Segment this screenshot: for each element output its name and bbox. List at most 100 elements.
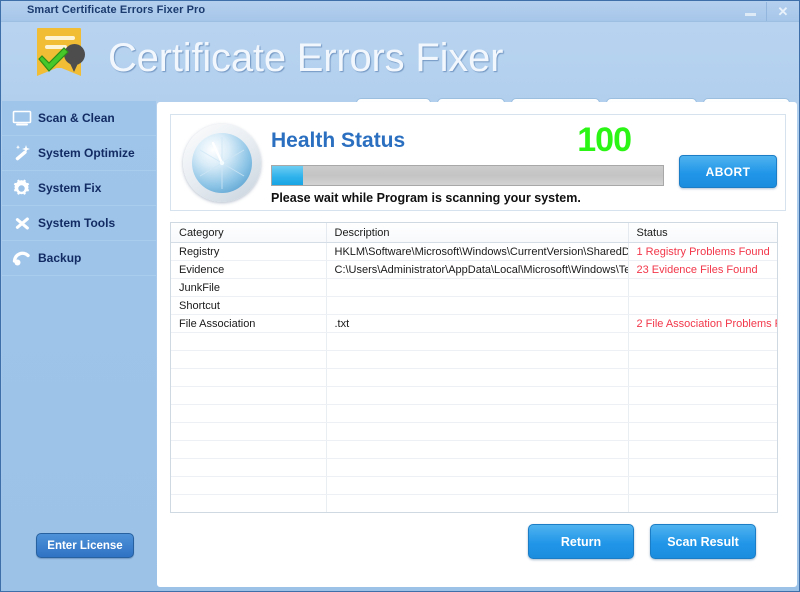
table-row[interactable]: Registry HKLM\Software\Microsoft\Windows\…: [171, 242, 777, 261]
column-header-status[interactable]: Status: [628, 223, 777, 243]
health-status-panel: Health Status 100 Please wait while Prog…: [170, 114, 786, 211]
speed-gauge-icon: [183, 124, 261, 202]
cell-category: Shortcut: [171, 296, 327, 315]
cell-description: [326, 278, 629, 297]
table-row-empty[interactable]: [171, 422, 777, 441]
cell-empty: [171, 422, 327, 441]
cell-empty: [326, 458, 629, 477]
scan-results-body: Registry HKLM\Software\Microsoft\Windows\…: [171, 242, 777, 514]
cell-status: [628, 278, 777, 297]
enter-license-button[interactable]: Enter License: [36, 533, 134, 558]
table-row-empty[interactable]: [171, 404, 777, 423]
scan-result-button[interactable]: Scan Result: [650, 524, 756, 559]
cell-empty: [326, 440, 629, 459]
cell-empty: [628, 332, 777, 351]
sidebar-label-scan-clean: Scan & Clean: [38, 111, 115, 125]
sidebar-item-system-tools[interactable]: System Tools: [2, 206, 156, 241]
column-header-description[interactable]: Description: [326, 223, 629, 243]
cell-description: [326, 296, 629, 315]
cell-empty: [171, 494, 327, 512]
scan-results-table-wrapper[interactable]: Category Description Status Registry HKLM…: [170, 222, 778, 513]
footer-buttons: Return Scan Result: [528, 524, 756, 559]
page-title: Certificate Errors Fixer: [108, 36, 504, 80]
cell-empty: [171, 386, 327, 405]
table-row-empty[interactable]: [171, 386, 777, 405]
table-row-empty[interactable]: [171, 494, 777, 512]
scan-progress-fill: [272, 166, 304, 185]
cell-empty: [326, 513, 628, 514]
cell-empty: [628, 440, 777, 459]
magic-wand-icon: [12, 144, 38, 163]
certificate-check-seal-icon: [31, 16, 93, 78]
table-row[interactable]: Evidence C:\Users\Administrator\AppData\L…: [171, 260, 777, 279]
cell-empty: [326, 350, 629, 369]
cell-empty: [628, 513, 777, 514]
cell-empty: [171, 404, 327, 423]
cell-category: File Association: [171, 314, 327, 333]
monitor-icon: [12, 110, 38, 127]
abort-button[interactable]: ABORT: [679, 155, 777, 188]
cell-empty: [171, 513, 326, 514]
table-row-empty[interactable]: [171, 513, 777, 514]
backup-disc-icon: [12, 249, 38, 268]
sidebar-label-system-tools: System Tools: [38, 216, 116, 230]
cell-empty: [628, 494, 777, 512]
health-status-title: Health Status: [271, 129, 406, 152]
column-header-category[interactable]: Category: [171, 223, 327, 243]
sidebar-item-backup[interactable]: Backup: [2, 241, 156, 276]
cell-empty: [171, 350, 327, 369]
sidebar-item-system-optimize[interactable]: System Optimize: [2, 136, 156, 171]
close-button[interactable]: ✕: [766, 2, 799, 21]
table-row[interactable]: Shortcut: [171, 296, 777, 315]
sidebar-label-backup: Backup: [38, 251, 82, 265]
cell-status: 1 Registry Problems Found: [628, 242, 777, 261]
cell-status: 23 Evidence Files Found: [628, 260, 777, 279]
table-row[interactable]: JunkFile: [171, 278, 777, 297]
cell-category: Registry: [171, 242, 327, 261]
return-button[interactable]: Return: [528, 524, 634, 559]
cell-status: 2 File Association Problems Found: [628, 314, 777, 333]
main-content-panel: Health Status 100 Please wait while Prog…: [157, 102, 797, 587]
cell-status: [628, 296, 777, 315]
sidebar-item-system-fix[interactable]: System Fix: [2, 171, 156, 206]
sidebar-label-system-optimize: System Optimize: [38, 146, 135, 160]
cell-empty: [326, 386, 629, 405]
cell-empty: [326, 404, 629, 423]
cell-empty: [326, 368, 629, 387]
table-row[interactable]: File Association .txt 2 File Association P…: [171, 314, 777, 333]
window-title: Smart Certificate Errors Fixer Pro: [27, 4, 206, 16]
cell-empty: [628, 422, 777, 441]
cell-empty: [326, 332, 629, 351]
cell-empty: [171, 476, 327, 495]
cell-empty: [628, 350, 777, 369]
application-window: Smart Certificate Errors Fixer Pro ✕ Cer…: [0, 0, 800, 592]
table-row-empty[interactable]: [171, 440, 777, 459]
table-row-empty[interactable]: [171, 332, 777, 351]
table-row-empty[interactable]: [171, 368, 777, 387]
cell-description: HKLM\Software\Microsoft\Windows\CurrentV…: [326, 242, 629, 261]
cell-empty: [628, 368, 777, 387]
health-score-value: 100: [577, 121, 632, 159]
sidebar-item-scan-clean[interactable]: Scan & Clean: [2, 101, 156, 136]
table-row-empty[interactable]: [171, 476, 777, 495]
table-header-row: Category Description Status: [171, 223, 777, 243]
window-controls: ✕: [734, 1, 799, 22]
cell-empty: [326, 494, 629, 512]
minimize-button[interactable]: [734, 2, 766, 21]
table-row-empty[interactable]: [171, 350, 777, 369]
cell-empty: [326, 476, 629, 495]
cell-category: Evidence: [171, 260, 327, 279]
scan-progress-bar: [271, 165, 664, 186]
cell-empty: [326, 422, 629, 441]
cell-empty: [171, 440, 327, 459]
sidebar-label-system-fix: System Fix: [38, 181, 102, 195]
table-row-empty[interactable]: [171, 458, 777, 477]
cell-empty: [171, 332, 327, 351]
app-header: Certificate Errors Fixer Home ?: [2, 22, 799, 121]
cell-empty: [628, 386, 777, 405]
gear-icon: [12, 178, 38, 198]
cell-description: .txt: [326, 314, 629, 333]
title-bar: Smart Certificate Errors Fixer Pro ✕: [1, 1, 799, 22]
scan-results-table: Category Description Status Registry HKLM…: [171, 223, 777, 514]
cell-empty: [171, 458, 327, 477]
